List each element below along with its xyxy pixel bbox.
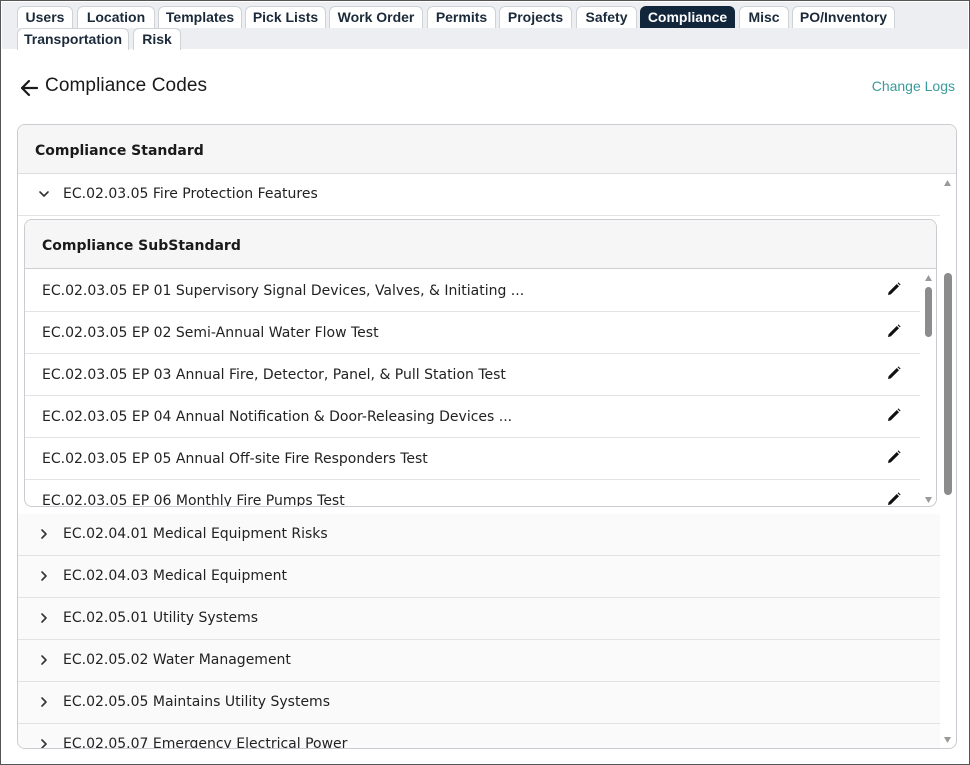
chevron-right-icon[interactable] [38,612,50,624]
standard-row[interactable]: EC.02.05.07 Emergency Electrical Power [18,724,940,749]
edit-pencil-icon[interactable] [887,366,901,380]
edit-pencil-icon[interactable] [887,324,901,338]
tab-safety[interactable]: Safety [576,6,637,28]
standard-label: EC.02.05.01 Utility Systems [63,610,258,626]
standard-row[interactable]: EC.02.04.03 Medical Equipment [18,556,940,598]
standard-label: EC.02.05.05 Maintains Utility Systems [63,694,330,710]
standard-label: EC.02.03.05 Fire Protection Features [63,186,318,202]
substandard-label: EC.02.03.05 EP 06 Monthly Fire Pumps Tes… [42,493,345,507]
chevron-right-icon[interactable] [38,570,50,582]
compliance-substandard-panel: Compliance SubStandard EC.02.03.05 EP 01… [24,219,937,507]
substandard-row: EC.02.03.05 EP 03 Annual Fire, Detector,… [25,354,920,396]
edit-pencil-icon[interactable] [887,408,901,422]
tab-projects[interactable]: Projects [499,6,572,28]
substandard-row: EC.02.03.05 EP 02 Semi-Annual Water Flow… [25,312,920,354]
arrow-left-icon[interactable] [18,77,40,99]
substandard-row: EC.02.03.05 EP 06 Monthly Fire Pumps Tes… [25,480,920,507]
tab-transportation[interactable]: Transportation [17,28,129,50]
scroll-down-arrow[interactable] [943,736,952,744]
tab-misc[interactable]: Misc [739,6,789,28]
substandard-label: EC.02.03.05 EP 05 Annual Off-site Fire R… [42,451,428,467]
standard-row[interactable]: EC.02.05.02 Water Management [18,640,940,682]
edit-pencil-icon[interactable] [887,450,901,464]
chevron-right-icon[interactable] [38,654,50,666]
tab-location[interactable]: Location [77,6,155,28]
chevron-right-icon[interactable] [38,738,50,749]
tab-users[interactable]: Users [17,6,73,28]
chevron-right-icon[interactable] [38,528,50,540]
tab-risk[interactable]: Risk [133,28,181,50]
substandard-row: EC.02.03.05 EP 04 Annual Notification & … [25,396,920,438]
change-logs-link[interactable]: Change Logs [872,78,955,94]
scroll-up-arrow[interactable] [943,179,952,187]
substandard-row: EC.02.03.05 EP 01 Supervisory Signal Dev… [25,270,920,312]
tab-po-inventory[interactable]: PO/Inventory [792,6,895,28]
chevron-right-icon[interactable] [38,696,50,708]
compliance-standard-panel: Compliance Standard EC.02.03.05 Fire Pro… [17,124,957,749]
main-scrollbar-thumb[interactable] [944,273,952,495]
edit-pencil-icon[interactable] [887,282,901,296]
tab-permits[interactable]: Permits [427,6,496,28]
standard-row[interactable]: EC.02.05.05 Maintains Utility Systems [18,682,940,724]
standard-label: EC.02.04.01 Medical Equipment Risks [63,526,328,542]
edit-pencil-icon[interactable] [887,492,901,506]
compliance-substandard-header: Compliance SubStandard [25,220,936,269]
tab-bar: Users Location Templates Pick Lists Work… [2,2,968,50]
standard-row[interactable]: EC.02.05.01 Utility Systems [18,598,940,640]
substandard-scrollbar-thumb[interactable] [925,287,932,337]
standard-row[interactable]: EC.02.04.01 Medical Equipment Risks [18,514,940,556]
app-frame: Users Location Templates Pick Lists Work… [0,0,970,765]
standard-row-expanded[interactable]: EC.02.03.05 Fire Protection Features [18,174,940,216]
tab-templates[interactable]: Templates [158,6,242,28]
standard-label: EC.02.04.03 Medical Equipment [63,568,287,584]
substandard-label: EC.02.03.05 EP 04 Annual Notification & … [42,409,513,425]
standard-label: EC.02.05.02 Water Management [63,652,291,668]
compliance-substandard-header-label: Compliance SubStandard [42,238,241,254]
scroll-up-arrow[interactable] [924,274,933,282]
tab-compliance[interactable]: Compliance [640,6,735,28]
compliance-standard-header: Compliance Standard [18,125,956,174]
tab-pick-lists[interactable]: Pick Lists [245,6,326,28]
standard-label: EC.02.05.07 Emergency Electrical Power [63,736,348,749]
tab-work-order[interactable]: Work Order [329,6,423,28]
substandard-label: EC.02.03.05 EP 03 Annual Fire, Detector,… [42,367,506,383]
substandard-label: EC.02.03.05 EP 01 Supervisory Signal Dev… [42,283,525,299]
compliance-standard-header-label: Compliance Standard [35,143,204,159]
substandard-label: EC.02.03.05 EP 02 Semi-Annual Water Flow… [42,325,379,341]
scroll-down-arrow[interactable] [924,496,933,504]
substandard-row: EC.02.03.05 EP 05 Annual Off-site Fire R… [25,438,920,480]
page-title: Compliance Codes [45,75,208,96]
chevron-down-icon[interactable] [38,188,50,200]
